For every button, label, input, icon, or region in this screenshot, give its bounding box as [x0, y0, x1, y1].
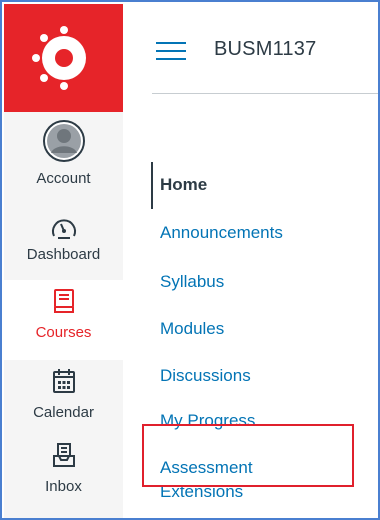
global-nav-inbox[interactable]: Inbox — [4, 442, 123, 508]
canvas-logo[interactable] — [4, 4, 123, 112]
canvas-logo-icon — [31, 26, 86, 90]
course-nav-modules[interactable]: Modules — [160, 319, 224, 339]
global-nav-account-label: Account — [36, 170, 91, 187]
book-icon — [53, 289, 74, 313]
calendar-icon — [52, 369, 75, 393]
global-nav-inbox-label: Inbox — [45, 478, 82, 495]
course-nav-discussions[interactable]: Discussions — [160, 366, 251, 386]
course-title: BUSM1137 — [214, 38, 317, 60]
course-nav-home[interactable]: Home — [160, 175, 207, 195]
global-nav-dashboard[interactable]: Dashboard — [4, 216, 123, 278]
hamburger-menu-icon[interactable] — [156, 42, 186, 60]
global-nav-courses[interactable]: Courses — [4, 280, 123, 360]
global-nav-dashboard-label: Dashboard — [26, 246, 101, 263]
global-nav: Account Dashboard Courses Calendar Inbox — [4, 4, 123, 518]
active-indicator — [151, 162, 153, 209]
course-nav-syllabus[interactable]: Syllabus — [160, 272, 224, 292]
course-nav-announcements[interactable]: Announcements — [160, 223, 283, 243]
global-nav-calendar-label: Calendar — [33, 404, 94, 421]
global-nav-account[interactable]: Account — [4, 114, 123, 202]
global-nav-calendar[interactable]: Calendar — [4, 368, 123, 434]
highlight-box — [142, 424, 354, 487]
header-divider — [152, 93, 378, 94]
avatar-icon — [42, 120, 85, 162]
app-frame: Account Dashboard Courses Calendar Inbox… — [0, 0, 380, 520]
speedometer-icon — [51, 219, 76, 239]
inbox-icon — [52, 443, 75, 467]
global-nav-courses-label: Courses — [35, 324, 92, 341]
